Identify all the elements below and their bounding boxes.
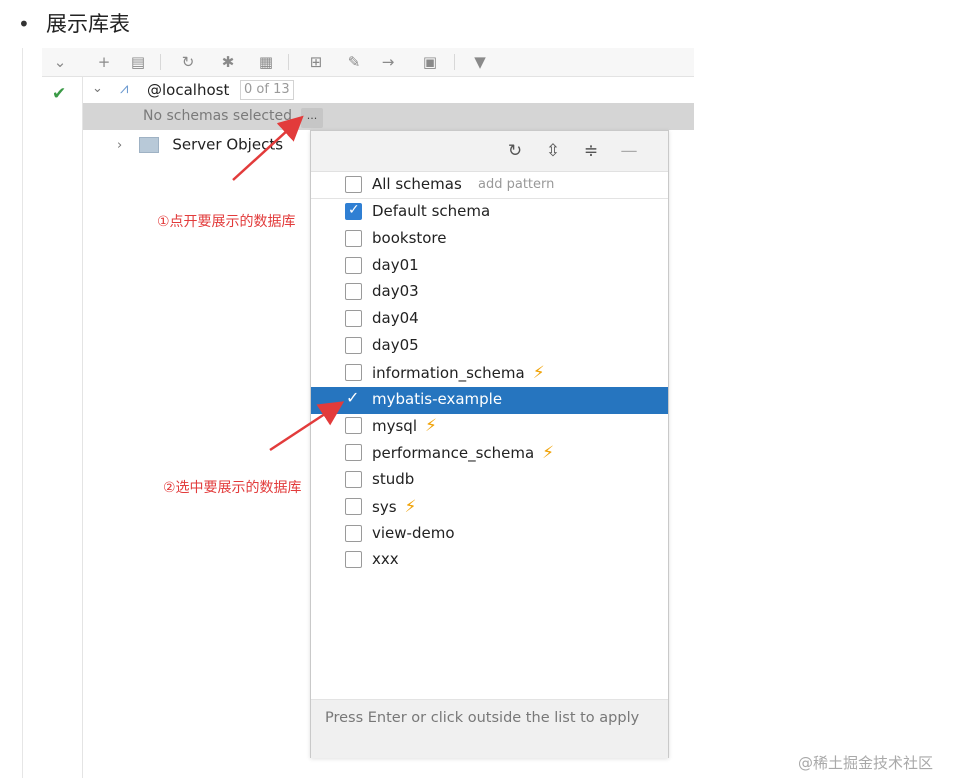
arrow-to-ellipsis	[232, 115, 304, 181]
arrow-to-mybatis	[269, 401, 345, 452]
annotation-arrows	[232, 115, 345, 452]
watermark: @稀土掘金技术社区	[798, 754, 934, 772]
